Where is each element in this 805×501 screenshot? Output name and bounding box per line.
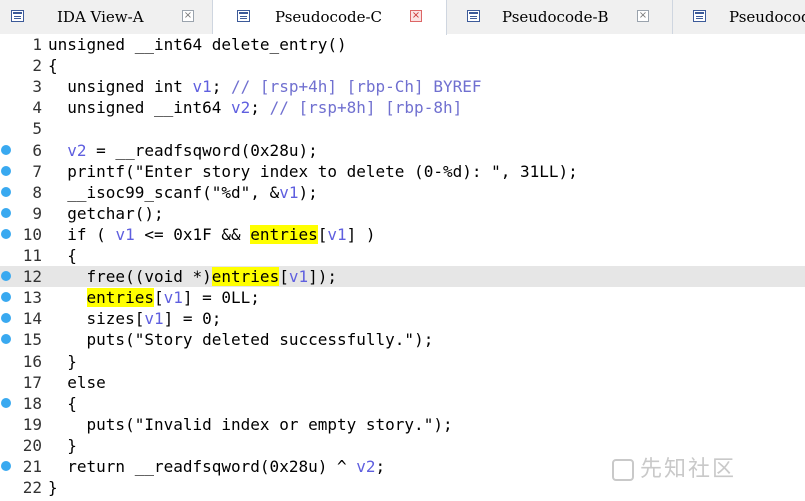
pseudocode-editor[interactable]: 1 unsigned __int64 delete_entry() 2{3 unsi…	[0, 34, 805, 501]
tab-label: Pseudocode	[729, 8, 805, 26]
tab-label: Pseudocode-C	[275, 8, 383, 26]
watermark-logo-icon	[612, 459, 634, 481]
line-number: 7	[32, 161, 42, 181]
code-text: }	[48, 351, 77, 371]
line-number: 17	[22, 372, 42, 392]
code-line[interactable]: 6 v2 = __readfsqword(0x28u);	[0, 140, 805, 161]
line-number: 19	[22, 414, 42, 434]
line-number: 15	[22, 330, 42, 350]
line-number: 14	[22, 309, 42, 329]
tab-label: Pseudocode-B	[502, 8, 609, 26]
line-number: 10	[22, 224, 42, 244]
code-line[interactable]: 9 getchar();	[0, 203, 805, 224]
line-number: 5	[32, 119, 42, 139]
watermark-text: 先知社区	[640, 457, 737, 482]
code-text: sizes[v1] = 0;	[48, 309, 222, 329]
code-text: unsigned __int64 v2; // [rsp+8h] [rbp-8h…	[48, 98, 463, 118]
line-number: 3	[32, 77, 42, 97]
line-number: 11	[22, 246, 42, 265]
ida-view-icon	[11, 10, 24, 22]
code-line[interactable]: 19 puts("Invalid index or empty story.")…	[0, 414, 805, 435]
code-line[interactable]: 15 puts("Story deleted successfully.");	[0, 329, 805, 350]
line-number: 1	[32, 35, 42, 54]
code-line[interactable]: 8 __isoc99_scanf("%d", &v1);	[0, 182, 805, 203]
line-number: 4	[32, 98, 42, 118]
code-line[interactable]: 3 unsigned int v1; // [rsp+4h] [rbp-Ch] …	[0, 76, 805, 97]
close-icon[interactable]: ×	[410, 10, 422, 22]
tab-ida-view-a[interactable]: IDA View-A ×	[0, 0, 213, 34]
code-text: free((void *)entries[v1]);	[48, 267, 338, 287]
code-text: getchar();	[48, 203, 164, 223]
code-text: else	[48, 372, 106, 392]
line-number: 20	[22, 435, 42, 455]
code-text: __isoc99_scanf("%d", &v1);	[48, 182, 318, 202]
tab-pseudocode-b[interactable]: Pseudocode-B ×	[447, 0, 673, 34]
code-text: unsigned __int64 delete_entry()	[48, 35, 347, 54]
code-line[interactable]: 18 {	[0, 393, 805, 414]
code-line[interactable]: 10 if ( v1 <= 0x1F && entries[v1] )	[0, 224, 805, 245]
line-number: 13	[22, 288, 42, 308]
line-number: 18	[22, 393, 42, 413]
code-text: unsigned int v1; // [rsp+4h] [rbp-Ch] BY…	[48, 77, 482, 97]
code-text: if ( v1 <= 0x1F && entries[v1] )	[48, 224, 376, 244]
line-number: 21	[22, 457, 42, 476]
pseudocode-icon	[693, 10, 706, 22]
code-text: {	[48, 56, 58, 76]
line-number: 8	[32, 182, 42, 202]
code-line[interactable]: 14 sizes[v1] = 0;	[0, 308, 805, 329]
close-icon[interactable]: ×	[637, 10, 649, 22]
code-line[interactable]: 1 unsigned __int64 delete_entry()	[0, 34, 805, 55]
tab-label: IDA View-A	[57, 8, 144, 26]
code-line[interactable]: 17 else	[0, 372, 805, 393]
code-line[interactable]: 2{	[0, 55, 805, 76]
watermark: 先知社区	[612, 451, 736, 483]
code-text: {	[48, 393, 77, 413]
code-text: return __readfsqword(0x28u) ^ v2;	[48, 457, 386, 476]
code-text: {	[48, 246, 77, 265]
tab-pseudocode-c[interactable]: Pseudocode-C ×	[213, 0, 447, 35]
code-text: printf("Enter story index to delete (0-%…	[48, 161, 578, 181]
line-number: 6	[32, 140, 42, 160]
code-line[interactable]: 12 free((void *)entries[v1]);	[0, 266, 805, 288]
code-text: }	[48, 478, 58, 498]
close-icon[interactable]: ×	[182, 10, 194, 22]
code-text: v2 = __readfsqword(0x28u);	[67, 140, 318, 160]
pseudocode-icon	[237, 10, 250, 22]
line-number: 12	[22, 267, 42, 287]
line-number: 22	[22, 478, 42, 498]
code-text: puts("Invalid index or empty story.");	[48, 414, 453, 434]
code-text: puts("Story deleted successfully.");	[48, 330, 434, 350]
code-line[interactable]: 4 unsigned __int64 v2; // [rsp+8h] [rbp-…	[0, 97, 805, 118]
code-line[interactable]: 13 entries[v1] = 0LL;	[0, 287, 805, 308]
pseudocode-icon	[467, 10, 480, 22]
line-number: 16	[22, 351, 42, 371]
code-text: }	[48, 435, 77, 455]
code-line[interactable]: 7 printf("Enter story index to delete (0…	[0, 161, 805, 182]
code-line[interactable]: 5	[0, 118, 805, 139]
code-line[interactable]: 11 {	[0, 245, 805, 266]
code-text: entries[v1] = 0LL;	[86, 288, 260, 308]
code-line[interactable]: 16 }	[0, 351, 805, 372]
tab-pseudocode[interactable]: Pseudocode	[673, 0, 805, 34]
line-number: 2	[32, 56, 42, 76]
line-number: 9	[32, 203, 42, 223]
tab-bar: IDA View-A × Pseudocode-C × Pseudocode-B…	[0, 0, 805, 35]
